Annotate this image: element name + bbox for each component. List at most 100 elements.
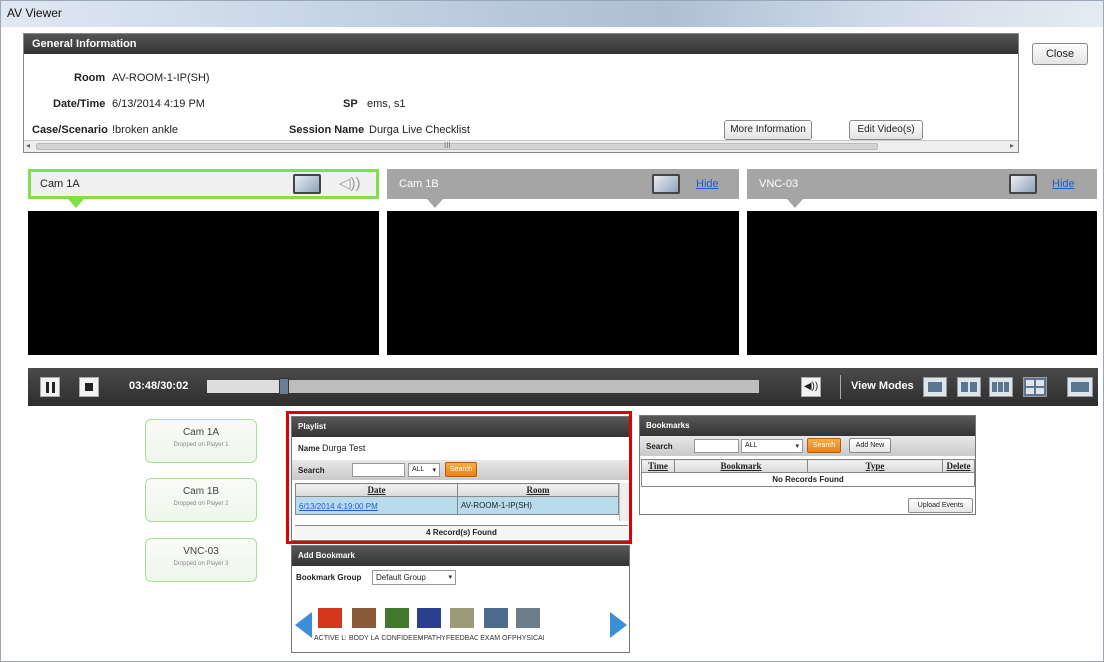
general-information-header: General Information xyxy=(24,34,1018,54)
room-label: Room xyxy=(74,72,106,84)
bookmark-thumb-image[interactable] xyxy=(516,608,540,628)
add-new-bookmark-button[interactable]: Add New xyxy=(849,438,891,453)
close-button[interactable]: Close xyxy=(1032,43,1088,65)
cam-1a-name: Cam 1A xyxy=(40,178,80,190)
sp-value: ems, s1 xyxy=(367,98,406,110)
video-player-1[interactable] xyxy=(28,211,379,355)
case-scenario-label: Case/Scenario xyxy=(32,124,108,136)
volume-button[interactable]: ◀)) xyxy=(801,377,821,397)
drop-item-status: Dropped on Player 2 xyxy=(173,501,229,507)
drop-item-name: VNC-03 xyxy=(183,546,219,557)
upload-events-button[interactable]: Upload Events xyxy=(908,498,973,513)
bookmark-thumb-caption: CONFIDE xyxy=(381,635,413,642)
view-mode-grid-icon[interactable] xyxy=(1023,377,1047,397)
playback-time: 03:48/30:02 xyxy=(129,380,189,392)
separator xyxy=(840,375,841,399)
bookmarks-empty-message: No Records Found xyxy=(641,472,975,487)
cam-1b-drop-item[interactable]: Cam 1B Dropped on Player 2 xyxy=(145,478,257,522)
av-viewer-window: AV Viewer General Information Room AV-RO… xyxy=(0,0,1104,662)
delete-column-header[interactable]: Delete xyxy=(942,459,975,473)
view-mode-fullscreen-icon[interactable] xyxy=(1067,377,1093,397)
time-column-header[interactable]: Time xyxy=(641,459,675,473)
cam-1b-name: Cam 1B xyxy=(399,178,439,190)
bookmarks-filter-value: ALL xyxy=(745,442,758,449)
bookmarks-table: Time Bookmark Type Delete No Records Fou… xyxy=(641,459,975,487)
bookmark-thumb-caption: EMPATHY xyxy=(413,635,445,642)
vnc-03-pointer xyxy=(787,199,803,208)
bookmark-thumb-caption: PHYSICAI xyxy=(512,635,544,642)
bookmarks-search-label: Search xyxy=(646,442,673,451)
playlist-highlight-frame xyxy=(286,411,632,544)
view-mode-triple-icon[interactable] xyxy=(989,377,1013,397)
bookmark-thumb-image[interactable] xyxy=(417,608,441,628)
drop-item-name: Cam 1B xyxy=(182,486,220,497)
cam-1a-header[interactable]: Cam 1A ◁)) xyxy=(28,169,379,208)
pause-icon-bar xyxy=(52,382,55,393)
vnc-03-hide-link[interactable]: Hide xyxy=(1052,178,1075,190)
bookmark-thumb-caption: EXAM OF xyxy=(480,635,512,642)
cam-1b-pointer xyxy=(427,199,443,208)
playback-control-bar: 03:48/30:02 ◀)) View Modes xyxy=(28,368,1098,406)
video-player-3[interactable] xyxy=(747,211,1097,355)
carousel-left-arrow-icon[interactable] xyxy=(295,612,312,638)
bookmark-group-value: Default Group xyxy=(376,573,426,582)
bookmarks-panel: Bookmarks Search ALL ▾ Search Add New Ti… xyxy=(639,415,976,515)
add-bookmark-header: Add Bookmark xyxy=(292,546,629,566)
bookmark-thumb-image[interactable] xyxy=(450,608,474,628)
monitor-icon[interactable] xyxy=(293,174,321,194)
session-name-value: Durga Live Checklist xyxy=(369,124,470,136)
bookmark-thumb-image[interactable] xyxy=(352,608,376,628)
view-modes-label: View Modes xyxy=(851,380,914,392)
type-column-header[interactable]: Type xyxy=(807,459,943,473)
bookmark-thumb-caption: ACTIVE LI xyxy=(314,635,346,642)
room-value: AV-ROOM-1-IP(SH) xyxy=(112,72,210,84)
view-mode-single-icon[interactable] xyxy=(923,377,947,397)
video-player-2[interactable] xyxy=(387,211,739,355)
speaker-icon[interactable]: ◁)) xyxy=(339,174,361,192)
drop-item-name: Cam 1A xyxy=(182,427,220,438)
pause-button[interactable] xyxy=(40,377,60,397)
datetime-value: 6/13/2014 4:19 PM xyxy=(112,98,205,110)
bookmark-thumb-image[interactable] xyxy=(385,608,409,628)
drop-item-status: Dropped on Player 3 xyxy=(173,561,229,567)
bookmark-thumb-image[interactable] xyxy=(318,608,342,628)
bookmarks-search-button[interactable]: Search xyxy=(807,438,841,453)
monitor-icon[interactable] xyxy=(652,174,680,194)
bookmark-thumb-image[interactable] xyxy=(484,608,508,628)
bookmarks-search-bar: Search ALL ▾ Search Add New xyxy=(640,436,975,456)
stop-button[interactable] xyxy=(79,377,99,397)
cam-1a-pointer xyxy=(68,199,84,208)
sp-label: SP xyxy=(343,98,358,110)
bookmarks-header: Bookmarks xyxy=(640,416,975,436)
bookmarks-filter-select[interactable]: ALL ▾ xyxy=(741,439,803,453)
title-bar: AV Viewer xyxy=(1,1,1103,27)
cam-1a-drop-item[interactable]: Cam 1A Dropped on Player 1 xyxy=(145,419,257,463)
carousel-right-arrow-icon[interactable] xyxy=(610,612,627,638)
monitor-icon[interactable] xyxy=(1009,174,1037,194)
add-bookmark-panel: Add Bookmark Bookmark Group Default Grou… xyxy=(291,545,630,653)
bookmark-group-select[interactable]: Default Group ▾ xyxy=(372,570,456,585)
cam-1b-header[interactable]: Cam 1B Hide xyxy=(387,169,739,208)
view-mode-dual-icon[interactable] xyxy=(957,377,981,397)
seek-bar[interactable] xyxy=(207,378,759,395)
bookmark-group-label: Bookmark Group xyxy=(296,573,362,582)
bookmark-thumb-caption: BODY LA xyxy=(348,635,380,642)
scroll-left-icon[interactable]: ◂ xyxy=(26,141,30,150)
pause-icon-bar xyxy=(46,382,49,393)
edit-videos-button[interactable]: Edit Video(s) xyxy=(849,120,923,140)
vnc-03-header[interactable]: VNC-03 Hide xyxy=(747,169,1097,208)
bookmark-carousel: ACTIVE LI BODY LA CONFIDE EMPATHY FEEDBAC EXA… xyxy=(292,608,629,652)
more-information-button[interactable]: More Information xyxy=(724,120,812,140)
seek-thumb[interactable] xyxy=(278,378,289,395)
scroll-right-icon[interactable]: ▸ xyxy=(1010,141,1014,150)
session-name-label: Session Name xyxy=(289,124,365,136)
bookmark-column-header[interactable]: Bookmark xyxy=(674,459,808,473)
seek-played xyxy=(207,380,282,393)
window-title: AV Viewer xyxy=(7,6,62,20)
bookmarks-search-input[interactable] xyxy=(694,439,739,453)
vnc-03-name: VNC-03 xyxy=(759,178,799,190)
horizontal-scrollbar[interactable]: ◂ III ▸ xyxy=(24,140,1018,152)
cam-1b-hide-link[interactable]: Hide xyxy=(696,178,719,190)
vnc-03-drop-item[interactable]: VNC-03 Dropped on Player 3 xyxy=(145,538,257,582)
scroll-thumb[interactable] xyxy=(36,143,878,150)
